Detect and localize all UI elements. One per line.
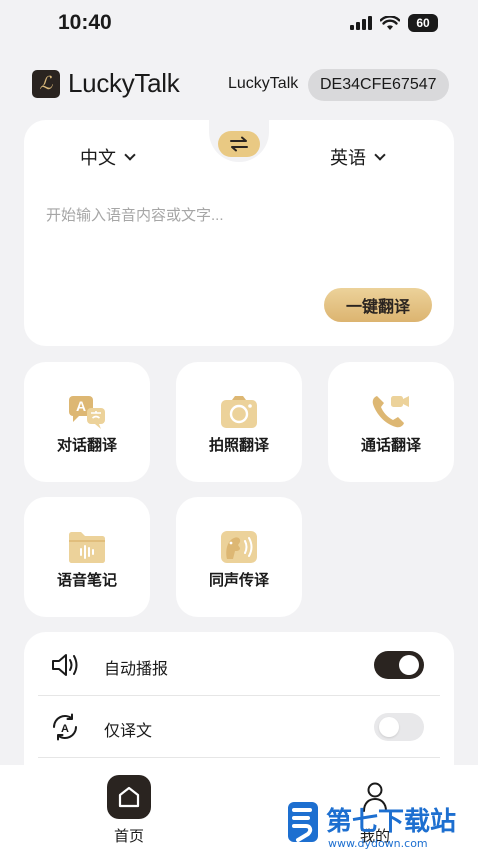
target-language-label: 英语 <box>330 148 366 168</box>
feature-label: 通话翻译 <box>360 437 421 454</box>
status-time: 10:40 <box>58 11 112 34</box>
feature-call-translate[interactable]: 通话翻译 <box>328 362 454 482</box>
cellular-signal-icon <box>350 16 372 30</box>
auto-broadcast-toggle[interactable] <box>374 651 424 679</box>
feature-conversation-translate[interactable]: A 对话翻译 <box>24 362 150 482</box>
toggle-knob <box>379 717 399 737</box>
tab-home[interactable]: 首页 <box>84 775 174 846</box>
svg-text:A: A <box>76 398 86 414</box>
translation-only-toggle[interactable] <box>374 713 424 741</box>
svg-text:A: A <box>61 723 69 735</box>
feature-photo-translate[interactable]: 拍照翻译 <box>176 362 302 482</box>
source-language-label: 中文 <box>80 148 116 168</box>
one-key-translate-button[interactable]: 一键翻译 <box>324 288 432 322</box>
setting-row-auto-broadcast: 自动播报 <box>38 634 440 696</box>
feature-label: 拍照翻译 <box>208 437 269 454</box>
watermark-text: 第七下载站 <box>326 806 456 837</box>
watermark-url: www.dydown.com <box>328 837 428 850</box>
feature-label: 语音笔记 <box>56 572 117 589</box>
phone-video-icon <box>372 396 409 428</box>
voice-note-folder-icon <box>69 532 105 563</box>
translation-only-icon: A <box>52 713 78 741</box>
settings-card: 自动播报 A 仅译文 <box>24 632 454 772</box>
setting-label: 自动播报 <box>104 661 169 678</box>
translate-card: 中文 英语 开始输入语音内容或文字... 一键翻译 <box>24 114 454 346</box>
app-logo: ℒ LuckyTalk <box>32 68 180 99</box>
feature-voice-note[interactable]: 语音笔记 <box>24 497 150 617</box>
watermark-logo: 第七下载站 www.dydown.com <box>288 802 456 850</box>
camera-icon <box>221 396 257 428</box>
status-icons: 60 <box>350 14 438 32</box>
target-language-selector[interactable]: 英语 <box>330 144 386 170</box>
chevron-down-icon <box>374 148 386 161</box>
logo-mark-icon: ℒ <box>32 69 60 98</box>
device-id-badge[interactable]: DE34CFE67547 <box>308 69 449 101</box>
status-bar: 10:40 60 <box>0 0 478 48</box>
home-icon <box>107 775 151 819</box>
app-header: ℒ LuckyTalk LuckyTalk DE34CFE67547 <box>0 62 478 106</box>
translate-input[interactable]: 开始输入语音内容或文字... <box>46 204 224 225</box>
wifi-icon <box>380 15 400 30</box>
swap-languages-button[interactable] <box>218 131 260 157</box>
source-language-selector[interactable]: 中文 <box>80 144 136 170</box>
swap-arrows-icon <box>230 136 248 152</box>
toggle-knob <box>399 655 419 675</box>
logo-text: LuckyTalk <box>68 68 180 98</box>
device-label: LuckyTalk <box>228 75 299 92</box>
setting-row-translation-only: A 仅译文 <box>38 696 440 758</box>
chevron-down-icon <box>124 148 136 161</box>
setting-label: 仅译文 <box>104 723 153 740</box>
battery-indicator: 60 <box>408 14 438 32</box>
speaker-icon <box>52 654 78 676</box>
tab-home-label: 首页 <box>113 828 144 845</box>
conversation-translate-icon: A <box>69 396 105 429</box>
feature-simultaneous-interpretation[interactable]: 同声传译 <box>176 497 302 617</box>
feature-label: 对话翻译 <box>56 437 117 454</box>
feature-label: 同声传译 <box>208 572 269 589</box>
simultaneous-interpretation-icon <box>221 531 257 563</box>
